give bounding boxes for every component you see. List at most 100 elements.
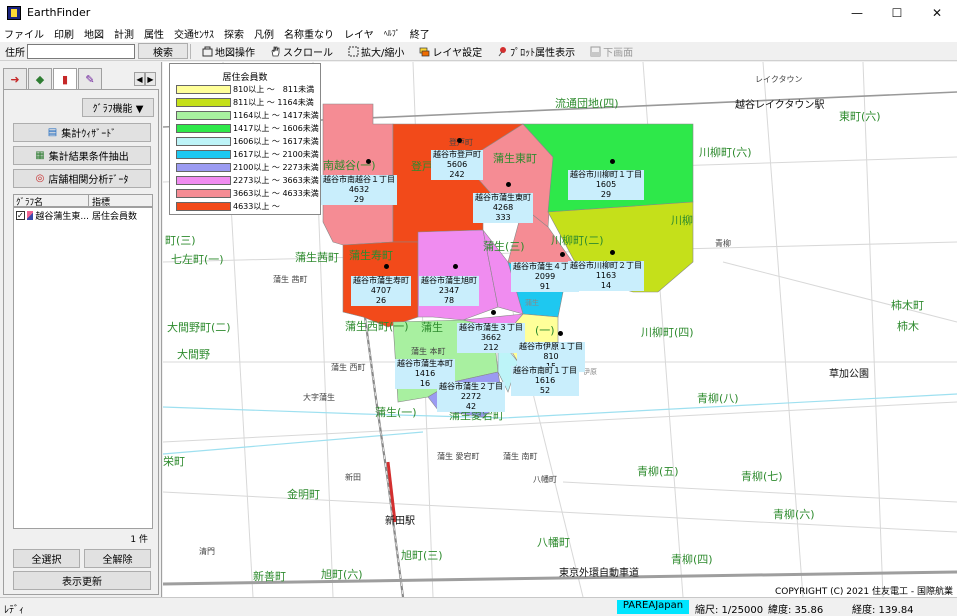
panel-tabs: ➜ ◆ ▮ ✎ bbox=[3, 68, 103, 90]
legend-item: 1417以上 ～ 1606未満 bbox=[176, 123, 319, 134]
tab-pin[interactable]: ➜ bbox=[3, 68, 27, 90]
col-graph-name[interactable]: ｸﾞﾗﾌ名 bbox=[14, 195, 89, 208]
col-index[interactable]: 指標 bbox=[89, 195, 110, 208]
select-all-button[interactable]: 全選択 bbox=[13, 549, 80, 568]
summary-extract-button[interactable]: ▦ 集計結果条件抽出 bbox=[13, 146, 151, 165]
station-label: 新田駅 bbox=[385, 516, 415, 527]
minimize-button[interactable]: — bbox=[837, 0, 877, 25]
lower-screen-button[interactable]: 下画面 bbox=[584, 43, 639, 59]
plot-pin[interactable] bbox=[384, 264, 389, 269]
graph-function-button[interactable]: ｸﾞﾗﾌ機能 ▼ bbox=[82, 98, 154, 117]
tab-tools[interactable]: ✎ bbox=[78, 68, 102, 90]
plot-label[interactable]: 越谷市南町１丁目 1616 52 bbox=[511, 366, 579, 396]
status-bar: ﾚﾃﾞｨ PAREAJapan 縮尺: 1/25000 緯度: 35.86 経度… bbox=[0, 597, 957, 616]
pushpin-icon bbox=[498, 46, 507, 56]
extract-icon: ▦ bbox=[35, 150, 45, 161]
lower-screen-label: 下画面 bbox=[603, 47, 634, 59]
place-label: 大間野町(二) bbox=[167, 321, 231, 334]
plot-label[interactable]: 越谷市南越谷１丁目 4632 29 bbox=[321, 175, 397, 205]
menu-help[interactable]: ﾍﾙﾌﾟ bbox=[384, 28, 400, 39]
legend-item: 1606以上 ～ 1617未満 bbox=[176, 136, 319, 147]
legend-swatch bbox=[176, 98, 231, 107]
menu-traffic-census[interactable]: 交通ｾﾝｻｽ bbox=[174, 26, 214, 41]
zoom-button[interactable]: 拡大/縮小 bbox=[342, 43, 410, 59]
menu-file[interactable]: ファイル bbox=[4, 26, 44, 41]
graph-list-header: ｸﾞﾗﾌ名 指標 bbox=[13, 194, 153, 208]
place-label: (一) bbox=[535, 324, 555, 337]
tab-layer[interactable]: ◆ bbox=[28, 68, 52, 90]
plot-label[interactable]: 越谷市蒲生東町 4268 333 bbox=[473, 193, 533, 223]
place-label: 蒲生(一) bbox=[375, 406, 417, 419]
menu-bar: ファイル 印刷 地図 計測 属性 交通ｾﾝｻｽ 探索 凡例 名称重なり レイヤ … bbox=[0, 25, 957, 42]
menu-measure[interactable]: 計測 bbox=[114, 26, 134, 41]
plot-pin[interactable] bbox=[457, 138, 462, 143]
place-label: 八幡町 bbox=[537, 536, 570, 549]
summary-wizard-button[interactable]: ▤ 集計ｳｨｻﾞｰﾄﾞ bbox=[13, 123, 151, 142]
menu-print[interactable]: 印刷 bbox=[54, 26, 74, 41]
place-label: 青柳(七) bbox=[741, 470, 783, 483]
maximize-button[interactable]: ☐ bbox=[877, 0, 917, 25]
plot-pin[interactable] bbox=[506, 182, 511, 187]
plot-pin[interactable] bbox=[610, 250, 615, 255]
menu-name-overlap[interactable]: 名称重なり bbox=[284, 26, 334, 41]
search-button[interactable]: 検索 bbox=[138, 43, 188, 59]
plot-label[interactable]: 越谷市川柳町２丁目 1163 14 bbox=[568, 261, 644, 291]
close-button[interactable]: ✕ bbox=[917, 0, 957, 25]
place-label: 大間野 bbox=[177, 348, 210, 361]
place-label: 蒲生 bbox=[421, 321, 443, 334]
plot-attribute-label: ﾌﾟﾛｯﾄ属性表示 bbox=[510, 47, 576, 59]
plot-label[interactable]: 越谷市蒲生２丁目 2272 42 bbox=[437, 382, 505, 412]
place-label: 旭町(六) bbox=[321, 568, 363, 581]
plot-label[interactable]: 越谷市蒲生寿町 4707 26 bbox=[351, 276, 411, 306]
menu-map[interactable]: 地図 bbox=[84, 26, 104, 41]
lower-screen-icon bbox=[590, 46, 601, 56]
menu-legend[interactable]: 凡例 bbox=[254, 26, 274, 41]
tab-graph[interactable]: ▮ bbox=[53, 68, 77, 90]
map-legend[interactable]: 居住会員数 810以上 ～ 811未満 811以上 ～ 1164未満 1164以… bbox=[169, 63, 321, 215]
address-input[interactable] bbox=[27, 43, 135, 59]
plot-attribute-button[interactable]: ﾌﾟﾛｯﾄ属性表示 bbox=[491, 43, 581, 59]
scroll-button[interactable]: スクロール bbox=[264, 43, 339, 59]
menu-search[interactable]: 探索 bbox=[224, 26, 244, 41]
place-label: 川柳 bbox=[671, 214, 693, 227]
place-label: 流通団地(四) bbox=[555, 97, 619, 110]
title-bar: EarthFinder — ☐ ✕ bbox=[0, 0, 957, 25]
legend-swatch bbox=[176, 163, 231, 172]
app-icon bbox=[7, 5, 21, 20]
plot-pin[interactable] bbox=[558, 331, 563, 336]
refresh-display-button[interactable]: 表示更新 bbox=[13, 571, 151, 590]
deselect-all-button[interactable]: 全解除 bbox=[84, 549, 151, 568]
plot-label[interactable]: 越谷市蒲生３丁目 3662 212 bbox=[457, 323, 525, 353]
status-latitude: 緯度: 35.86 bbox=[768, 605, 824, 616]
tab-scroll-right[interactable]: ▶ bbox=[145, 72, 156, 86]
place-label: 柿木 bbox=[897, 320, 919, 333]
menu-layer[interactable]: レイヤ bbox=[344, 26, 374, 41]
plot-pin[interactable] bbox=[610, 159, 615, 164]
map-operation-button[interactable]: 地図操作 bbox=[196, 43, 261, 59]
layer-settings-button[interactable]: レイヤ設定 bbox=[413, 43, 488, 59]
place-label: 栄町 bbox=[163, 455, 185, 468]
plot-pin[interactable] bbox=[366, 159, 371, 164]
place-label: 町(三) bbox=[165, 234, 196, 247]
place-label: 川柳町(二) bbox=[551, 234, 604, 247]
store-analysis-button[interactable]: ◎ 店舗相関分析ﾃﾞｰﾀ bbox=[13, 169, 151, 188]
place-label: 蒲生 本町 bbox=[411, 347, 446, 356]
plot-label[interactable]: 越谷市川柳町１丁目 1605 29 bbox=[568, 170, 644, 200]
status-longitude: 経度: 139.84 bbox=[852, 605, 914, 616]
plot-pin[interactable] bbox=[560, 252, 565, 257]
list-item[interactable]: ✓ 越谷蒲生東... 居住会員数 bbox=[14, 208, 152, 222]
plot-pin[interactable] bbox=[491, 310, 496, 315]
plot-pin[interactable] bbox=[453, 264, 458, 269]
row-checkbox[interactable]: ✓ bbox=[16, 210, 25, 220]
menu-exit[interactable]: 終了 bbox=[410, 26, 430, 41]
tab-scroll-left[interactable]: ◀ bbox=[134, 72, 145, 86]
plot-label[interactable]: 越谷市蒲生旭町 2347 78 bbox=[419, 276, 479, 306]
menu-attribute[interactable]: 属性 bbox=[144, 26, 164, 41]
park-label: 草加公園 bbox=[829, 369, 869, 380]
graph-list: ✓ 越谷蒲生東... 居住会員数 bbox=[13, 207, 153, 529]
place-label: 蒲生東町 bbox=[493, 152, 537, 165]
plot-label[interactable]: 越谷市登戸町 5606 242 bbox=[431, 150, 483, 180]
left-panel: ➜ ◆ ▮ ✎ ◀ ▶ ｸﾞﾗﾌ機能 ▼ ▤ 集計ｳｨｻﾞｰﾄﾞ ▦ 集計結果条… bbox=[0, 62, 162, 597]
legend-item: 4633以上 ～ bbox=[176, 201, 280, 212]
legend-item: 1617以上 ～ 2100未満 bbox=[176, 149, 319, 160]
